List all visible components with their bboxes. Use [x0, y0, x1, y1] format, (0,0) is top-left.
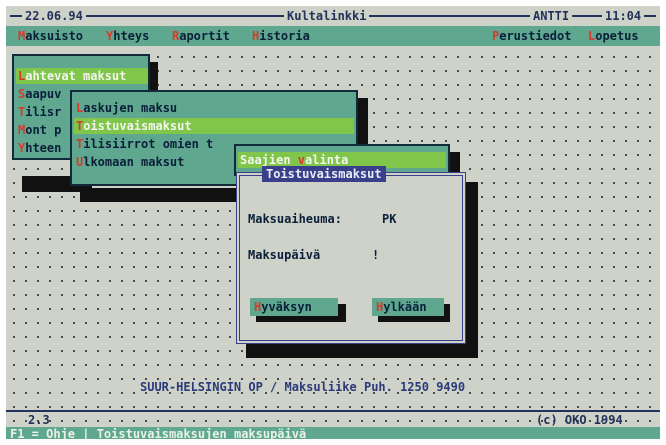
bank-info-line: SUUR-HELSINGIN OP / Maksuliike Puh. 1250… [140, 380, 466, 394]
menu-perustiedot[interactable]: Perustiedot [492, 26, 571, 46]
hylkaan-button[interactable]: Hylkään [372, 298, 444, 316]
menu1-item-tilisr[interactable]: Tilisr [18, 104, 61, 120]
version-label: 2.3 [28, 413, 50, 427]
maksupaiva-field[interactable]: ! [372, 248, 379, 262]
clock-label: 11:04 [602, 6, 645, 26]
app-title: Kultalinkki [284, 6, 370, 26]
menu2-item-laskujen[interactable]: Laskujen maksu [76, 100, 177, 116]
menu2-item-toistuvais[interactable]: Toistuvaismaksut [74, 118, 354, 134]
user-label: ANTTI [530, 6, 573, 26]
dialog-title: Toistuvaismaksut [262, 166, 386, 182]
menu1-item-lahtevat[interactable]: Lahtevat maksut [16, 68, 148, 84]
menu-maksuisto[interactable]: Maksuisto [18, 26, 83, 46]
maksuaiheuma-label: Maksuaiheuma: [248, 212, 342, 226]
menu1-item-mont[interactable]: Mont p [18, 122, 61, 138]
menu1-item-yhteen[interactable]: Yhteen [18, 140, 61, 156]
main-menu-bar: Maksuisto Yhteys Raportit Historia Perus… [6, 26, 660, 46]
copyright-label: (c) OKO 1994 [536, 413, 623, 427]
menu-yhteys[interactable]: Yhteys [106, 26, 149, 46]
date-label: 22.06.94 [22, 6, 86, 26]
menu-historia[interactable]: Historia [252, 26, 310, 46]
status-bar: F1 = Ohje | Toistuvaismaksujen maksupäiv… [6, 427, 660, 439]
menu2-item-tilisiirrot[interactable]: Tilisiirrot omien t [76, 136, 213, 152]
maksuaiheuma-field[interactable]: PK [382, 212, 396, 226]
dialog-shadow-right [466, 182, 478, 358]
menu2-item-ulkomaan[interactable]: Ulkomaan maksut [76, 154, 184, 170]
menu-lopetus[interactable]: Lopetus [588, 26, 639, 46]
dialog-shadow-bottom [246, 344, 476, 358]
maksupaiva-label: Maksupäivä [248, 248, 321, 262]
terminal-screen: 22.06.94 Kultalinkki ANTTI 11:04 Maksuis… [6, 6, 660, 439]
menu1-item-saapuvat[interactable]: Saapuv [18, 86, 61, 102]
status-text: F1 = Ohje | Toistuvaismaksujen maksupäiv… [10, 427, 307, 439]
toistuvaismaksut-dialog: Toistuvaismaksut Maksuaiheuma: PK Maksup… [236, 166, 466, 344]
bottom-rule [6, 410, 660, 412]
hyvaksyn-button[interactable]: Hyväksyn [250, 298, 338, 316]
title-line: 22.06.94 Kultalinkki ANTTI 11:04 [6, 6, 660, 26]
menu-raportit[interactable]: Raportit [172, 26, 230, 46]
